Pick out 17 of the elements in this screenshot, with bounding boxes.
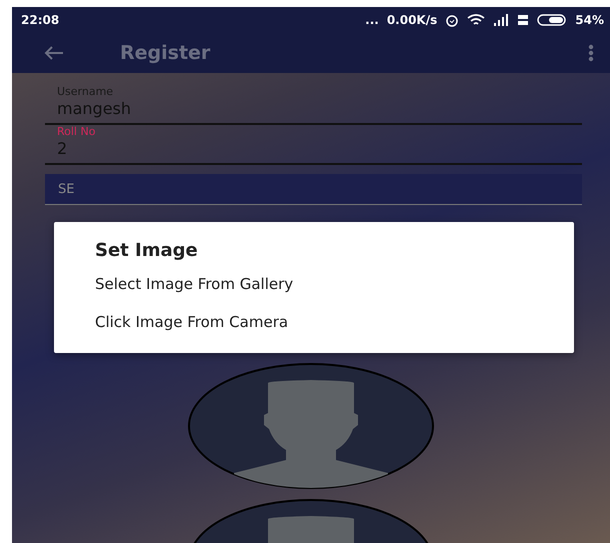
field-value: mangesh: [57, 98, 132, 120]
battery-icon: [537, 14, 568, 26]
battery-percent: 54%: [575, 13, 604, 27]
status-time: 22:08: [21, 13, 60, 27]
wifi-icon: [467, 14, 486, 26]
dropdown-field[interactable]: SE: [45, 174, 582, 205]
dialog-option[interactable]: Select Image From Gallery: [95, 275, 294, 293]
dialog-option[interactable]: Click Image From Camera: [95, 313, 288, 331]
avatar-placeholder-icon[interactable]: [188, 363, 434, 489]
dialog-title: Set Image: [95, 240, 198, 261]
app-bar-title: Register: [120, 42, 212, 64]
status-dots: ...: [365, 13, 379, 27]
field-label: Roll No: [57, 125, 96, 138]
overflow-menu-icon[interactable]: [588, 44, 594, 62]
network-speed: 0.00K/s: [386, 13, 438, 27]
signal-icon: [493, 14, 510, 26]
back-arrow-icon[interactable]: [44, 46, 64, 60]
